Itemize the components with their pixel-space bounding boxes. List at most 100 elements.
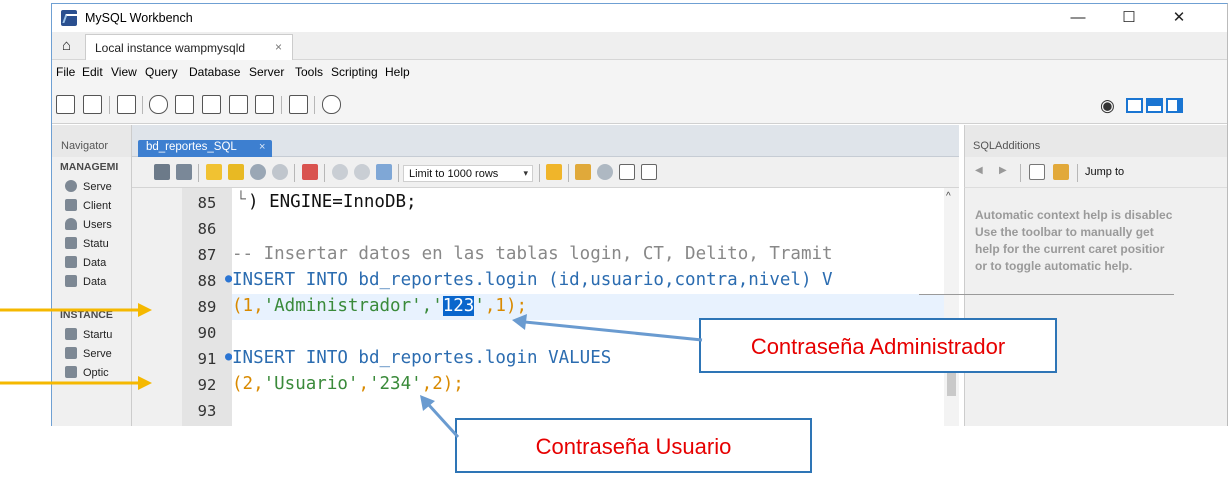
home-icon[interactable]: ⌂ bbox=[62, 37, 71, 54]
chevron-down-icon: ▾ bbox=[523, 168, 528, 178]
tab-local-instance[interactable]: Local instance wampmysqld × bbox=[85, 34, 293, 60]
inspector-icon[interactable] bbox=[117, 95, 136, 114]
stop-on-error-icon[interactable] bbox=[302, 164, 318, 180]
create-function-icon[interactable] bbox=[255, 95, 274, 114]
data-export-icon bbox=[65, 256, 77, 268]
editor-vertical-scrollbar[interactable]: ^ bbox=[944, 188, 959, 426]
editor-tab-bar: bd_reportes_SQL × bbox=[132, 125, 959, 157]
navigator-header: Navigator bbox=[52, 125, 132, 157]
wrap-lines-icon[interactable] bbox=[641, 164, 657, 180]
editor-tab-close-icon[interactable]: × bbox=[259, 141, 265, 153]
save-icon[interactable] bbox=[176, 164, 192, 180]
callout-admin-password: Contraseña Administrador bbox=[699, 318, 1057, 373]
tab-label: Local instance wampmysqld bbox=[95, 41, 246, 55]
sql-editor[interactable]: └ ) ENGINE=InnoDB; -- Insertar datos en … bbox=[232, 188, 944, 426]
status-icon bbox=[65, 237, 77, 249]
users-icon bbox=[65, 218, 77, 230]
sql-additions-label: SQLAdditions bbox=[973, 140, 1041, 152]
line-number: 86 bbox=[197, 220, 217, 238]
nav-item-client-connections[interactable]: Client bbox=[65, 199, 111, 212]
create-procedure-icon[interactable] bbox=[229, 95, 248, 114]
editor-tab-label: bd_reportes_SQL bbox=[146, 141, 237, 153]
code-line-91: INSERT INTO bd_reportes.login VALUES bbox=[232, 348, 612, 368]
code-line-89: (1,'Administrador','123',1); bbox=[232, 296, 528, 316]
close-button[interactable]: ✕ bbox=[1156, 4, 1202, 32]
sql-additions-header: SQLAdditions bbox=[964, 125, 1227, 157]
editor-toolbar: Limit to 1000 rows ▾ bbox=[132, 157, 959, 188]
create-view-icon[interactable] bbox=[202, 95, 221, 114]
nav-item-options-file[interactable]: Optic bbox=[65, 366, 109, 379]
toolbar-separator bbox=[568, 164, 569, 182]
reconnect-icon[interactable] bbox=[322, 95, 341, 114]
callout-admin-text: Contraseña Administrador bbox=[750, 334, 1006, 359]
commit-icon[interactable] bbox=[332, 164, 348, 180]
execute-current-icon[interactable] bbox=[228, 164, 244, 180]
toolbar-separator bbox=[142, 96, 143, 114]
toggle-output-icon[interactable] bbox=[1146, 98, 1163, 113]
scroll-up-icon[interactable]: ^ bbox=[946, 191, 951, 202]
toggle-sidebar-icon[interactable] bbox=[1126, 98, 1143, 113]
open-file-icon[interactable] bbox=[154, 164, 170, 180]
menu-tools[interactable]: Tools bbox=[295, 65, 323, 79]
toolbar-separator bbox=[324, 164, 325, 182]
execute-icon[interactable] bbox=[206, 164, 222, 180]
menu-help[interactable]: Help bbox=[385, 65, 410, 79]
nav-item-startup[interactable]: Startu bbox=[65, 328, 112, 341]
window-title: MySQL Workbench bbox=[85, 11, 193, 25]
menu-file[interactable]: File bbox=[56, 65, 75, 79]
menu-query[interactable]: Query bbox=[145, 65, 178, 79]
beautify-icon[interactable] bbox=[575, 164, 591, 180]
forward-icon[interactable]: ▶ bbox=[999, 165, 1007, 176]
callout-user-password: Contraseña Usuario bbox=[455, 418, 812, 473]
nav-item-server-logs[interactable]: Serve bbox=[65, 347, 112, 360]
menu-server[interactable]: Server bbox=[249, 65, 284, 79]
toolbar-separator bbox=[314, 96, 315, 114]
settings-icon[interactable]: ◉ bbox=[1100, 96, 1115, 116]
menu-edit[interactable]: Edit bbox=[82, 65, 103, 79]
manual-help-icon[interactable] bbox=[1029, 164, 1045, 180]
line-number: 87 bbox=[197, 246, 217, 264]
code-line-92: (2,'Usuario','234',2); bbox=[232, 374, 464, 394]
explain-icon[interactable] bbox=[250, 164, 266, 180]
add-snippet-icon[interactable] bbox=[546, 164, 562, 180]
connection-tabs: ⌂ Local instance wampmysqld × bbox=[52, 32, 1227, 60]
toggle-secondary-sidebar-icon[interactable] bbox=[1166, 98, 1183, 113]
new-sql-tab-icon[interactable] bbox=[56, 95, 75, 114]
menu-database[interactable]: Database bbox=[189, 65, 240, 79]
limit-rows-value: Limit to 1000 rows bbox=[409, 168, 499, 180]
nav-item-users[interactable]: Users bbox=[65, 218, 112, 231]
toolbar-separator bbox=[281, 96, 282, 114]
toolbar-separator bbox=[539, 164, 540, 182]
nav-item-data-import[interactable]: Data bbox=[65, 275, 106, 288]
search-table-data-icon[interactable] bbox=[289, 95, 308, 114]
limit-rows-select[interactable]: Limit to 1000 rows ▾ bbox=[403, 165, 533, 182]
stop-icon[interactable] bbox=[272, 164, 288, 180]
rollback-icon[interactable] bbox=[354, 164, 370, 180]
line-number: 89 bbox=[197, 298, 217, 316]
minimize-button[interactable]: — bbox=[1055, 4, 1101, 32]
auto-help-icon[interactable] bbox=[1053, 164, 1069, 180]
menu-scripting[interactable]: Scripting bbox=[331, 65, 378, 79]
tab-bd-reportes-sql[interactable]: bd_reportes_SQL × bbox=[138, 140, 272, 157]
menu-view[interactable]: View bbox=[111, 65, 137, 79]
nav-item-data-export[interactable]: Data bbox=[65, 256, 106, 269]
maximize-button[interactable]: ☐ bbox=[1106, 4, 1152, 32]
open-sql-script-icon[interactable] bbox=[83, 95, 102, 114]
code-line-85: ) ENGINE=InnoDB; bbox=[248, 192, 417, 212]
tab-close-icon[interactable]: × bbox=[275, 40, 282, 54]
find-icon[interactable] bbox=[597, 164, 613, 180]
toolbar-separator bbox=[1077, 164, 1078, 182]
sql-additions-toolbar: ◀ ▶ Jump to bbox=[964, 157, 1227, 188]
main-toolbar: ◉ bbox=[52, 86, 1227, 124]
fold-marker: └ bbox=[236, 190, 246, 206]
jump-to-label[interactable]: Jump to bbox=[1085, 166, 1124, 178]
invisible-chars-icon[interactable] bbox=[619, 164, 635, 180]
back-icon[interactable]: ◀ bbox=[975, 165, 983, 176]
nav-item-status[interactable]: Statu bbox=[65, 237, 109, 250]
help-text-line: Automatic context help is disablec bbox=[975, 208, 1173, 222]
create-table-icon[interactable] bbox=[175, 95, 194, 114]
nav-item-server-status[interactable]: Serve bbox=[65, 180, 112, 193]
navigator-label: Navigator bbox=[61, 140, 109, 152]
autocommit-icon[interactable] bbox=[376, 164, 392, 180]
create-schema-icon[interactable] bbox=[149, 95, 168, 114]
